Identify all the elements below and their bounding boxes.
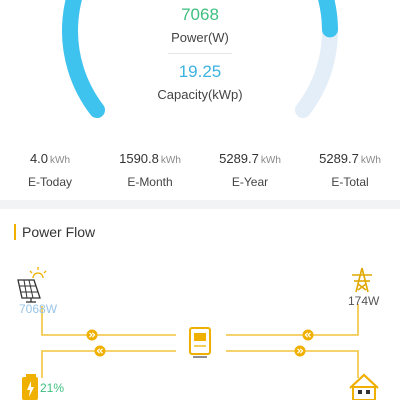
power-gauge: 7068 Power(W) 19.25 Capacity(kWp) [0, 0, 400, 130]
flow-arrow-grid [302, 329, 314, 341]
capacity-label: Capacity(kWp) [157, 87, 243, 102]
stat-e-total: 5289.7 kWh E-Total [300, 150, 400, 189]
stat-unit: kWh [50, 155, 71, 166]
grid-tower-icon [352, 267, 372, 293]
stat-unit: kWh [260, 155, 281, 166]
power-value: 7068 [181, 5, 219, 24]
capacity-value: 19.25 [178, 62, 222, 81]
stat-label: E-Year [231, 175, 269, 189]
power-label: Power(W) [171, 30, 229, 45]
flow-arrow-home [294, 345, 306, 357]
grid-power-value: 174W [348, 294, 380, 308]
solar-power-value: 7068W [19, 302, 58, 316]
stat-e-today: 4.0 kWh E-Today [0, 150, 100, 189]
stat-value: 4.0 [29, 151, 49, 166]
flow-arrow-battery [94, 345, 106, 357]
stat-value: 5289.7 [319, 151, 359, 166]
flow-line-solar [41, 306, 176, 336]
flow-arrow-solar [86, 329, 98, 341]
stat-label: E-Today [27, 175, 73, 189]
section-divider [0, 200, 400, 209]
power-flow-title: Power Flow [14, 224, 95, 240]
power-flow-diagram: 7068W 174W 21% [0, 260, 400, 400]
stat-e-year: 5289.7 kWh E-Year [200, 150, 300, 189]
stat-label: E-Total [331, 175, 369, 189]
flow-line-home [226, 350, 359, 378]
battery-icon [22, 374, 38, 400]
home-icon [349, 373, 379, 400]
stat-value: 1590.8 [119, 151, 159, 166]
stat-value: 5289.7 [219, 151, 259, 166]
stat-e-month: 1590.8 kWh E-Month [100, 150, 200, 189]
stat-label: E-Month [127, 175, 173, 189]
stat-unit: kWh [360, 155, 381, 166]
battery-level-value: 21% [40, 381, 65, 395]
stat-unit: kWh [160, 155, 181, 166]
gauge-divider [168, 53, 232, 54]
energy-stats: 4.0 kWh E-Today 1590.8 kWh E-Month 5289.7 k… [0, 150, 400, 190]
solar-panel-icon [17, 267, 47, 303]
flow-line-grid [226, 304, 359, 336]
flow-line-battery [41, 350, 176, 378]
inverter-icon [189, 327, 211, 358]
